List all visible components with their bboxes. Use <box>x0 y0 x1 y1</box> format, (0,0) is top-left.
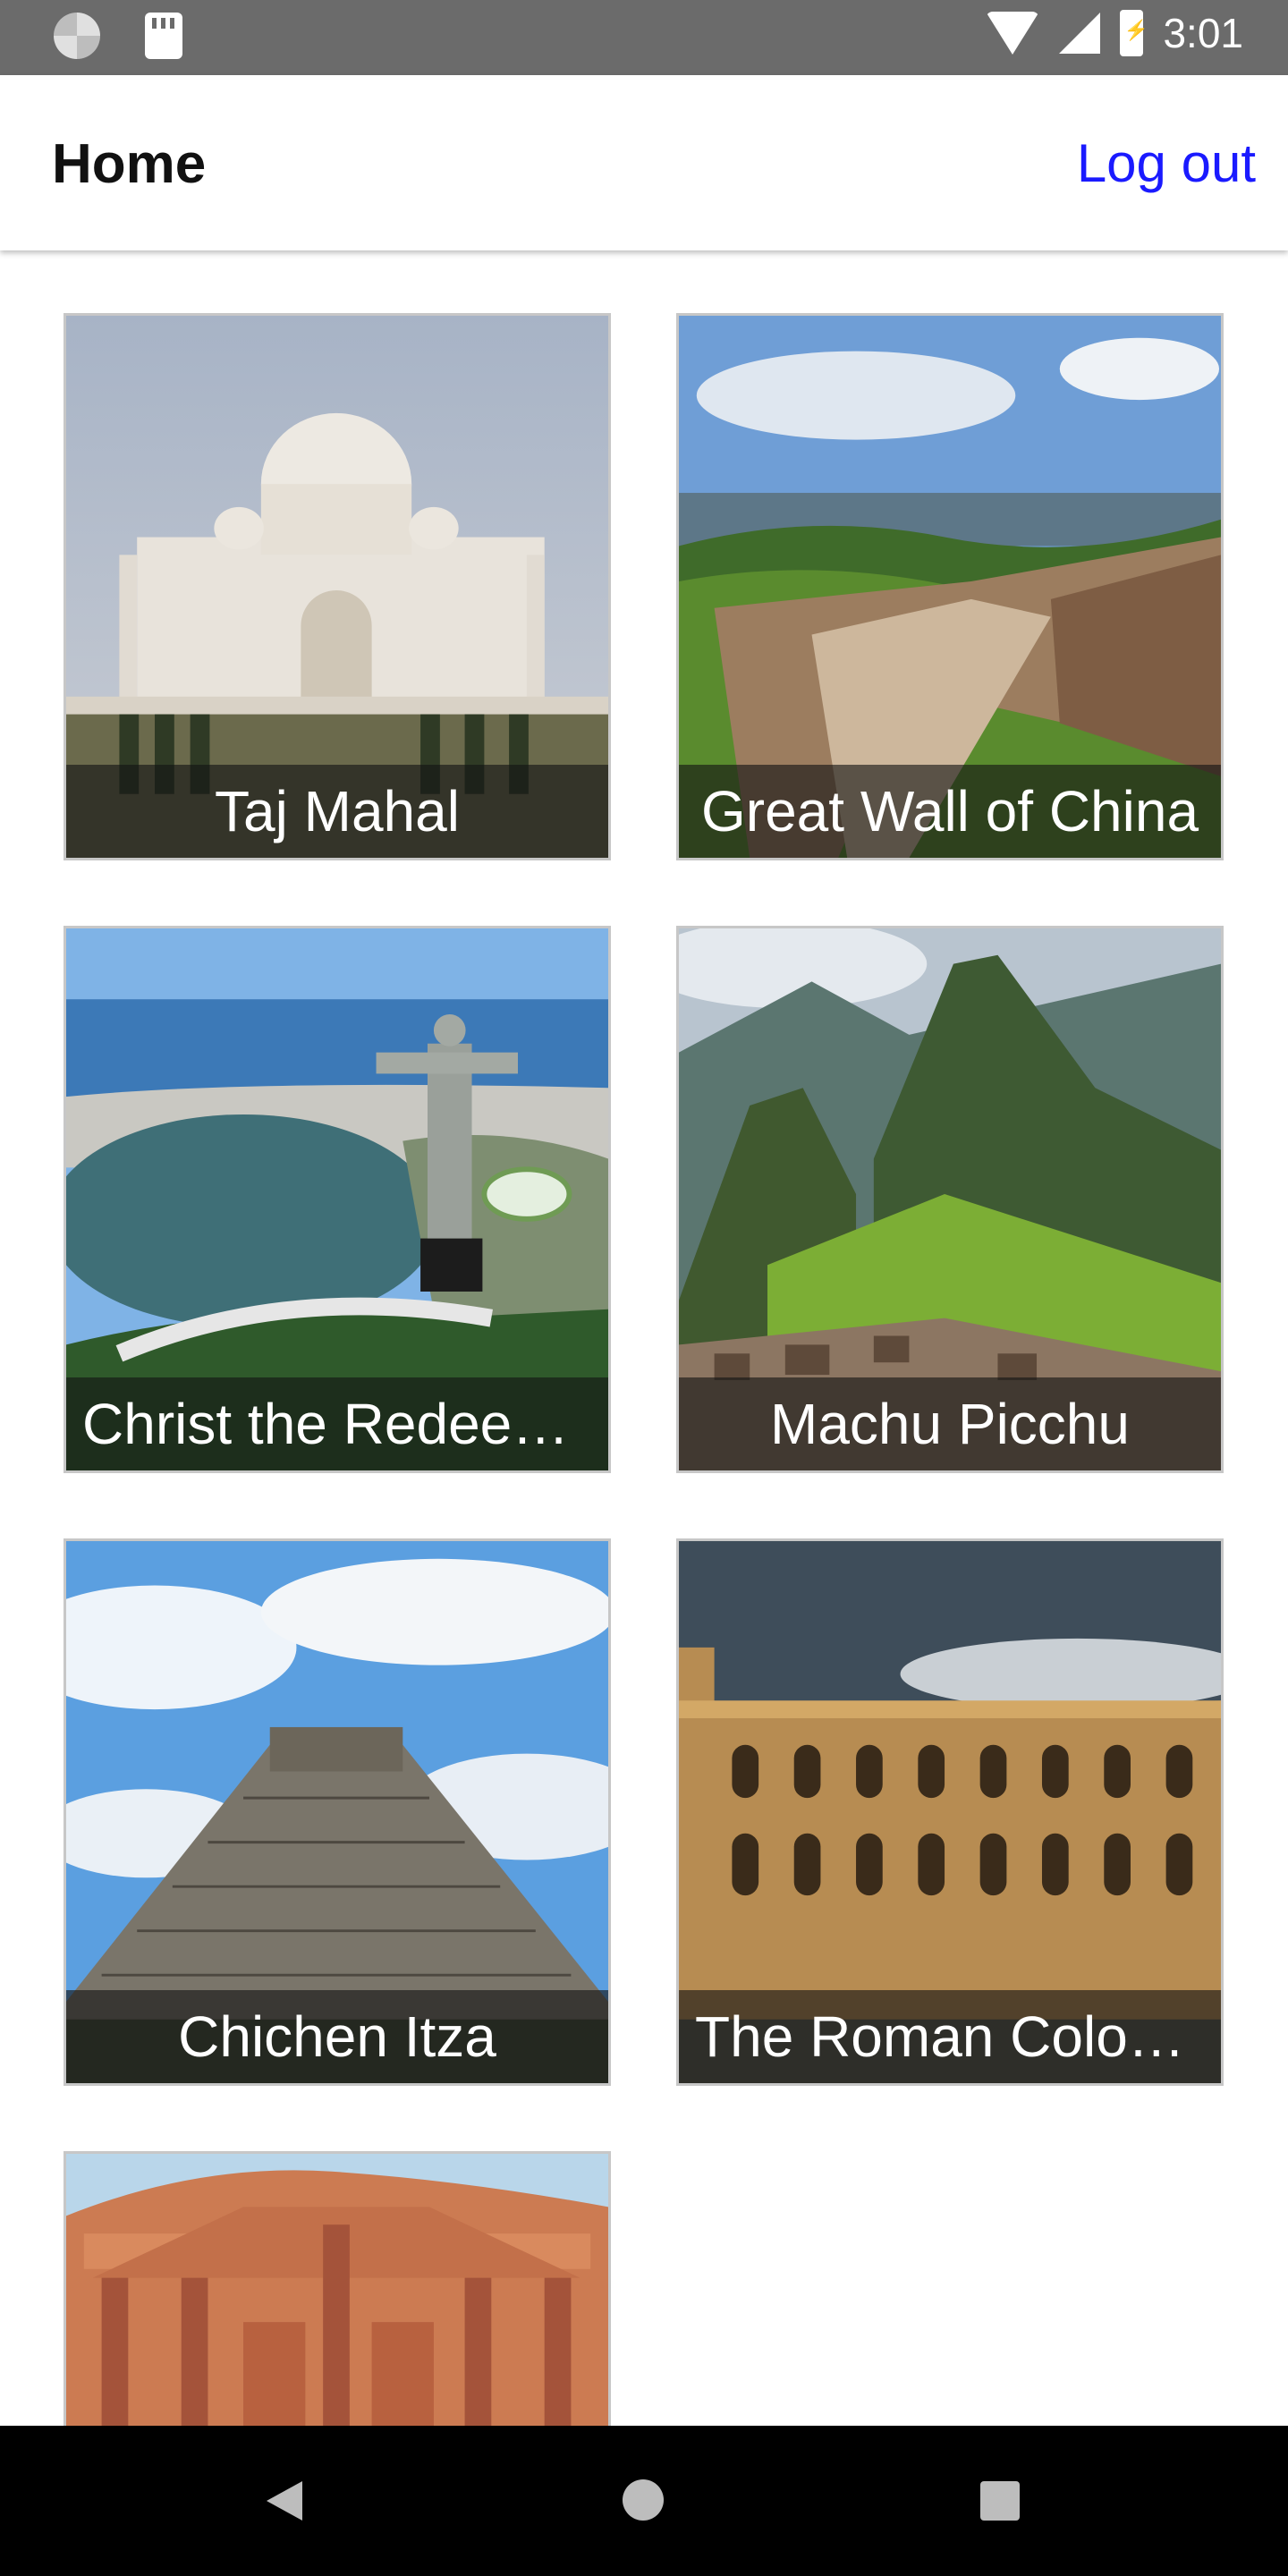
sync-icon <box>54 13 100 59</box>
signal-icon <box>1059 13 1101 54</box>
wonder-caption: Chichen Itza <box>66 1990 608 2083</box>
clock: 3:01 <box>1163 10 1243 56</box>
wonder-tile-chichen-itza[interactable]: Chichen Itza <box>64 1538 611 2086</box>
status-bar: 3:01 <box>0 0 1288 75</box>
wonder-tile-machu-picchu[interactable]: Machu Picchu <box>676 926 1224 1473</box>
battery-icon <box>1120 10 1148 56</box>
wonder-tile-taj-mahal[interactable]: Taj Mahal <box>64 313 611 860</box>
wonder-caption: Machu Picchu <box>679 1377 1221 1470</box>
wonder-caption: The Roman Colosseum <box>679 1990 1221 2083</box>
back-icon[interactable] <box>267 2481 302 2521</box>
wonder-caption: Great Wall of China <box>679 765 1221 858</box>
petra-image <box>66 2154 608 2426</box>
wonder-tile-christ-the-redeemer[interactable]: Christ the Redeemer <box>64 926 611 1473</box>
app-header: Home Log out <box>0 75 1288 250</box>
logout-button[interactable]: Log out <box>1077 132 1256 194</box>
wifi-icon <box>986 12 1040 55</box>
home-icon[interactable] <box>623 2479 664 2521</box>
wonders-grid: Taj Mahal Great Wall of China Christ the… <box>0 250 1288 2426</box>
wonder-caption: Christ the Redeemer <box>66 1377 608 1470</box>
wonder-tile-petra[interactable] <box>64 2151 611 2426</box>
recent-apps-icon[interactable] <box>980 2481 1020 2521</box>
page-title: Home <box>52 133 207 195</box>
wonder-tile-roman-colosseum[interactable]: The Roman Colosseum <box>676 1538 1224 2086</box>
sd-card-icon <box>145 13 182 59</box>
wonder-caption: Taj Mahal <box>66 765 608 858</box>
wonder-tile-great-wall[interactable]: Great Wall of China <box>676 313 1224 860</box>
system-nav-bar <box>0 2426 1288 2576</box>
